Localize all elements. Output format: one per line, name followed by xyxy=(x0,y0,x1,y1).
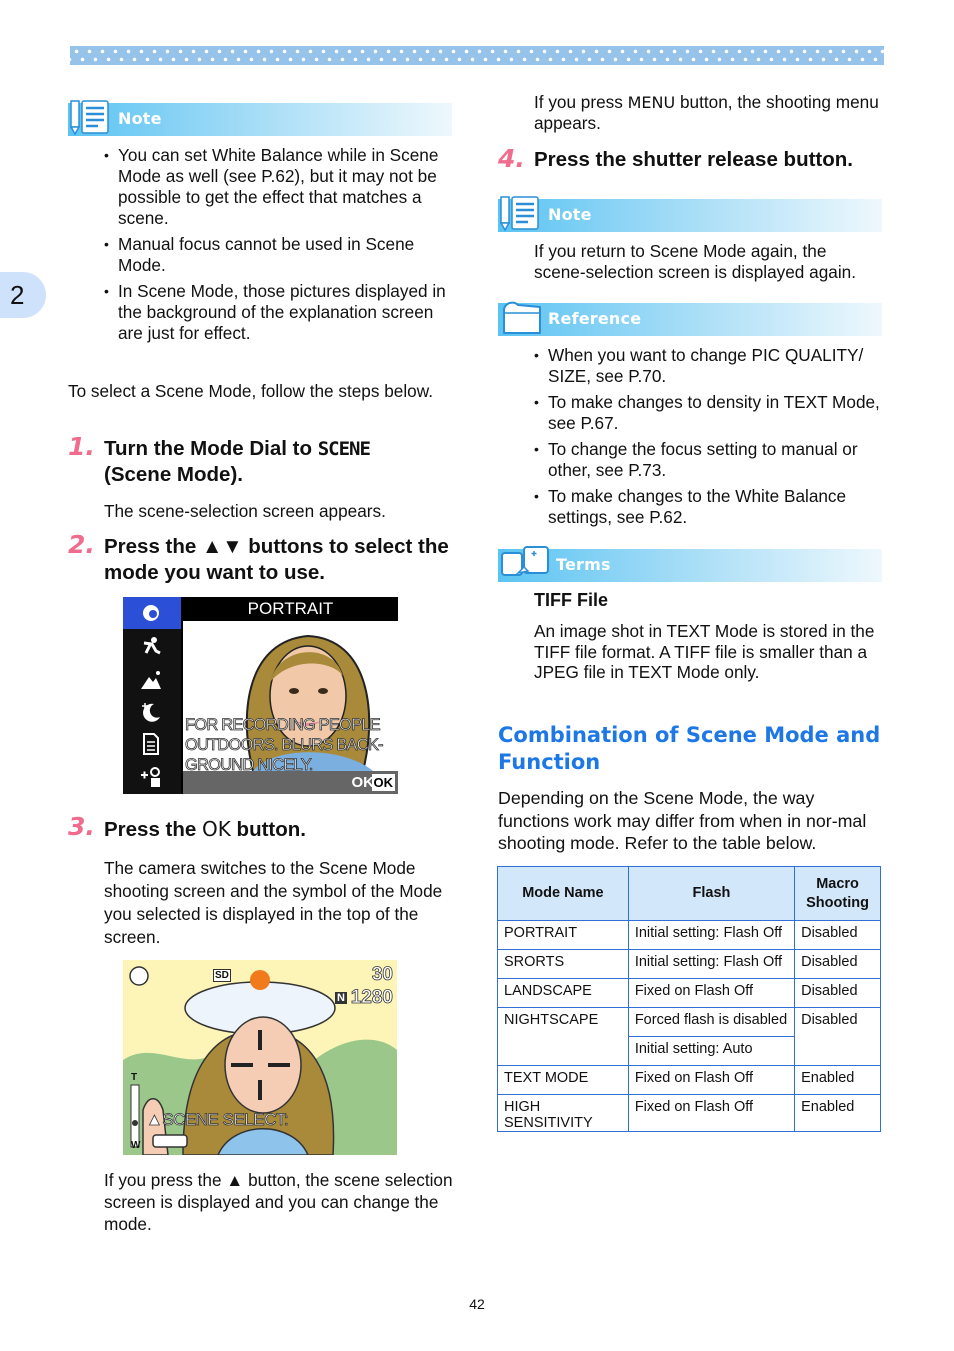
menu-key-symbol: MENU xyxy=(627,93,676,112)
cell-macro: Disabled xyxy=(794,949,881,979)
table-row: HIGH SENSITIVITY Fixed on Flash Off Enab… xyxy=(497,1094,881,1132)
quality-icon: N xyxy=(335,992,347,1004)
term-definition: An image shot in TEXT Mode is stored in … xyxy=(534,621,875,682)
step-4-title: Press the shutter release button. xyxy=(534,148,853,171)
note-icon xyxy=(500,196,539,232)
cell-mode: LANDSCAPE xyxy=(497,978,629,1008)
terms-speech-icon xyxy=(501,546,549,576)
scene-function-table: Mode Name Flash Macro Shooting PORTRAIT … xyxy=(497,866,881,1132)
image-size: 1280 xyxy=(350,987,393,1009)
cell-macro: Disabled xyxy=(794,920,881,950)
scene-title: PORTRAIT xyxy=(183,597,398,621)
zoom-wide-label: W xyxy=(131,1140,141,1151)
reference-item: When you want to change PIC QUALITY/ SIZ… xyxy=(534,345,884,387)
cell-mode: HIGH SENSITIVITY xyxy=(497,1094,629,1132)
step-1-title: Turn the Mode Dial to SCENE (Scene Mode)… xyxy=(104,437,371,486)
nightscape-icon xyxy=(142,703,160,722)
term-title: TIFF File xyxy=(534,590,608,610)
cell-flash: Fixed on Flash Off xyxy=(627,1094,796,1132)
section-body: Depending on the Scene Mode, the way fun… xyxy=(498,788,867,853)
page-number: 42 xyxy=(469,1296,485,1312)
scene-caption: FOR RECORDING PEOPLE OUTDOORS. BLURS BAC… xyxy=(185,716,384,775)
table-row: LANDSCAPE Fixed on Flash Off Disabled xyxy=(497,978,881,1008)
section-heading: Combination of Scene Mode and Function xyxy=(498,723,881,774)
note-label: Note xyxy=(548,205,592,224)
step-1-number: 1. xyxy=(68,432,95,461)
cell-mode: SRORTS xyxy=(497,949,629,979)
reference-item: To change the focus setting to manual or… xyxy=(534,439,884,481)
step-3-body: The camera switches to the Scene Mode sh… xyxy=(104,858,443,947)
scene-menu-column xyxy=(123,597,181,794)
reference-item: To make changes to density in TEXT Mode,… xyxy=(534,392,884,434)
header-pattern-band xyxy=(70,46,884,65)
note-item: You can set White Balance while in Scene… xyxy=(104,145,454,229)
ok-button-symbol: OK xyxy=(202,817,231,841)
step-4-number: 4. xyxy=(498,144,525,173)
reference-bar: Reference xyxy=(498,301,882,336)
header-mode-name: Mode Name xyxy=(497,866,629,921)
scene-selection-screen: PORTRAIT FOR RECORDING PEOPLE OUTDOORS. … xyxy=(123,597,398,794)
note-icon xyxy=(70,100,109,136)
table-row: SRORTS Initial setting: Flash Off Disabl… xyxy=(497,949,881,979)
cell-macro: Enabled xyxy=(794,1094,881,1132)
table-row: PORTRAIT Initial setting: Flash Off Disa… xyxy=(497,920,881,950)
step-2-title: Press the ▲▼ buttons to select the mode … xyxy=(104,535,449,584)
step-1-body: The scene-selection screen appears. xyxy=(104,501,386,521)
chapter-number: 2 xyxy=(10,280,25,310)
header-macro-shooting: Macro Shooting xyxy=(794,866,881,921)
header-flash: Flash xyxy=(627,866,796,921)
text-mode-icon xyxy=(143,733,159,755)
cell-flash: Forced flash is disabled xyxy=(627,1007,796,1037)
chapter-tab[interactable]: 2 xyxy=(0,272,46,318)
menu-text: If you press MENU button, the shooting m… xyxy=(534,92,879,133)
step-3-after-text: If you press the ▲ button, the scene sel… xyxy=(104,1170,453,1234)
step-3-title: Press the OK button. xyxy=(104,817,306,841)
note-item: In Scene Mode, those pictures displayed … xyxy=(104,281,454,344)
scene-dial-symbol: SCENE xyxy=(317,438,371,460)
landscape-icon xyxy=(141,671,161,689)
cell-flash: Fixed on Flash Off xyxy=(627,1065,796,1095)
scene-footer: OK OK xyxy=(183,771,398,794)
sd-card-icon: SD xyxy=(213,969,231,982)
shooting-screen: SD 30 N 1280 T W ▲SCENE SELECT: xyxy=(123,960,397,1155)
reference-list: When you want to change PIC QUALITY/ SIZ… xyxy=(534,345,884,533)
note-bar-right: Note xyxy=(498,196,882,232)
terms-label: Terms xyxy=(556,555,611,574)
note-bar-left: Note xyxy=(68,100,452,136)
right-note-text: If you return to Scene Mode again, the s… xyxy=(534,241,856,282)
zoom-tele-label: T xyxy=(131,1072,138,1083)
note-item: Manual focus cannot be used in Scene Mod… xyxy=(104,234,454,276)
ok-key-icon: OK xyxy=(371,774,395,791)
reference-label: Reference xyxy=(548,309,642,328)
scene-select-hint: ▲SCENE SELECT: xyxy=(146,1110,289,1130)
high-sensitivity-icon xyxy=(141,767,160,787)
shots-remaining: 30 xyxy=(371,964,393,986)
step-2-number: 2. xyxy=(68,530,95,559)
left-note-list: You can set White Balance while in Scene… xyxy=(104,145,454,349)
step-3-number: 3. xyxy=(68,812,95,841)
intro-text: To select a Scene Mode, follow the steps… xyxy=(68,381,433,401)
portrait-icon xyxy=(143,605,159,621)
cell-mode: PORTRAIT xyxy=(497,920,629,950)
cell-mode: TEXT MODE xyxy=(497,1065,629,1095)
cell-flash: Initial setting: Flash Off xyxy=(627,949,796,979)
sports-icon xyxy=(143,637,161,655)
cell-macro: Disabled xyxy=(794,1007,881,1066)
note-label: Note xyxy=(118,109,162,128)
table-row: NIGHTSCAPE Forced flash is disabled Disa… xyxy=(497,1007,881,1066)
cell-macro: Disabled xyxy=(794,978,881,1008)
reference-item: To make changes to the White Balance set… xyxy=(534,486,884,528)
table-header-row: Mode Name Flash Macro Shooting xyxy=(497,866,881,921)
cell-flash: Initial setting: Flash Off xyxy=(627,920,796,950)
up-down-arrows-icon: ▲▼ xyxy=(202,535,243,558)
folder-icon xyxy=(503,301,541,334)
cell-flash: Fixed on Flash Off xyxy=(627,978,796,1008)
table-row: TEXT MODE Fixed on Flash Off Enabled xyxy=(497,1065,881,1095)
terms-bar: Terms xyxy=(498,546,882,582)
cell-flash: Initial setting: Auto xyxy=(627,1036,796,1066)
cell-mode: NIGHTSCAPE xyxy=(497,1007,629,1066)
cell-macro: Enabled xyxy=(794,1065,881,1095)
